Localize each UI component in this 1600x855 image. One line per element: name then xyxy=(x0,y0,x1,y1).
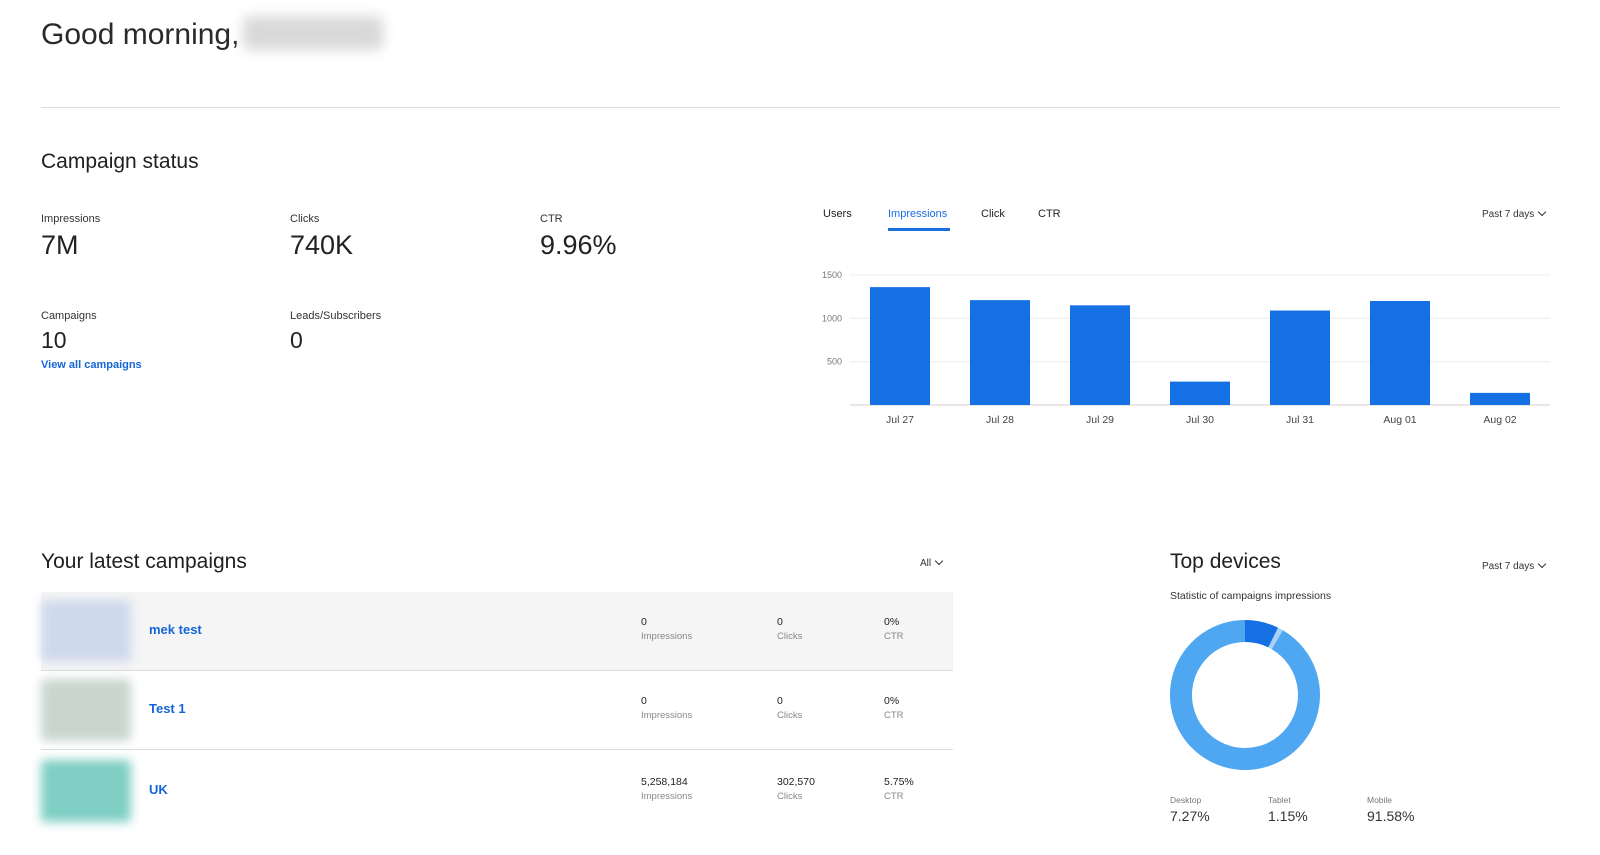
greeting-text: Good morning, xyxy=(41,18,240,51)
campaign-status-title: Campaign status xyxy=(41,150,199,173)
bar xyxy=(1070,305,1130,405)
bar xyxy=(1470,392,1530,405)
clicks-value: 0 xyxy=(777,695,783,707)
ctr-label: CTR xyxy=(884,791,904,802)
row-divider xyxy=(41,749,953,750)
tab-users[interactable]: Users xyxy=(823,208,852,220)
bar xyxy=(1370,301,1430,405)
y-tick-label: 1000 xyxy=(822,313,842,323)
desktop-label: Desktop xyxy=(1170,795,1202,805)
campaigns-value: 10 xyxy=(41,327,67,353)
chevron-down-icon xyxy=(934,556,944,566)
bar xyxy=(1170,381,1230,405)
donut-slice-mobile xyxy=(1170,620,1320,770)
ctr-value: 9.96% xyxy=(540,230,617,260)
clicks-value: 302,570 xyxy=(777,776,815,788)
chart-period-dropdown[interactable]: Past 7 days xyxy=(1482,207,1547,220)
campaigns-label: Campaigns xyxy=(41,310,97,322)
bar xyxy=(1270,310,1330,405)
impressions-value: 7M xyxy=(41,230,79,260)
x-tick-label: Jul 31 xyxy=(1286,414,1314,426)
table-row[interactable]: Test 1 0 Impressions 0 Clicks 0% CTR xyxy=(41,671,953,749)
tablet-value: 1.15% xyxy=(1268,808,1308,824)
latest-campaigns-title: Your latest campaigns xyxy=(41,550,247,573)
clicks-label: Clicks xyxy=(290,213,320,225)
donut-slice-tablet xyxy=(1268,627,1283,650)
mobile-label: Mobile xyxy=(1367,795,1393,805)
impressions-label: Impressions xyxy=(641,710,693,721)
impressions-value: 0 xyxy=(641,695,647,707)
x-tick-label: Jul 29 xyxy=(1086,414,1114,426)
table-row[interactable]: mek test 0 Impressions 0 Clicks 0% CTR xyxy=(41,592,953,670)
tablet-label: Tablet xyxy=(1268,795,1291,805)
campaign-name-link[interactable]: UK xyxy=(149,782,168,797)
impressions-label: Impressions xyxy=(641,791,693,802)
leads-value: 0 xyxy=(290,327,303,353)
ctr-value: 5.75% xyxy=(884,776,914,788)
tab-impressions[interactable]: Impressions xyxy=(888,208,947,220)
top-devices-title: Top devices xyxy=(1170,550,1281,573)
top-devices-subtitle: Statistic of campaigns impressions xyxy=(1170,590,1332,602)
greeting: Good morning, xyxy=(41,16,384,52)
ctr-value: 0% xyxy=(884,695,900,707)
x-tick-label: Aug 02 xyxy=(1483,414,1516,426)
bar xyxy=(870,287,930,405)
campaign-thumbnail xyxy=(41,760,131,822)
ctr-value: 0% xyxy=(884,616,900,628)
impressions-value: 0 xyxy=(641,616,647,628)
impressions-label: Impressions xyxy=(641,631,693,642)
clicks-label: Clicks xyxy=(777,710,803,721)
devices-period-label: Past 7 days xyxy=(1482,561,1535,572)
y-tick-label: 500 xyxy=(827,357,842,367)
impressions-value: 5,258,184 xyxy=(641,776,688,788)
user-name-redacted xyxy=(243,16,384,51)
campaign-filter-label: All xyxy=(920,558,932,569)
donut-slice-desktop xyxy=(1244,620,1279,648)
clicks-value: 0 xyxy=(777,616,783,628)
ctr-label: CTR xyxy=(884,710,904,721)
desktop-value: 7.27% xyxy=(1170,808,1210,824)
x-tick-label: Jul 27 xyxy=(886,414,914,426)
chevron-down-icon xyxy=(1538,559,1547,569)
table-row[interactable]: UK 5,258,184 Impressions 302,570 Clicks … xyxy=(41,752,953,830)
clicks-label: Clicks xyxy=(777,631,803,642)
chevron-down-icon xyxy=(1538,207,1547,217)
tab-click[interactable]: Click xyxy=(981,208,1005,220)
view-all-campaigns-link[interactable]: View all campaigns xyxy=(41,359,142,371)
y-tick-label: 1500 xyxy=(822,270,842,280)
campaign-thumbnail xyxy=(41,679,131,741)
bar xyxy=(970,300,1030,405)
leads-label: Leads/Subscribers xyxy=(290,310,382,322)
clicks-label: Clicks xyxy=(777,791,803,802)
mobile-value: 91.58% xyxy=(1367,808,1415,824)
devices-period-dropdown[interactable]: Past 7 days xyxy=(1482,559,1547,572)
ctr-label: CTR xyxy=(540,213,563,225)
ctr-label: CTR xyxy=(884,631,904,642)
x-tick-label: Aug 01 xyxy=(1383,414,1416,426)
header-divider xyxy=(41,107,1560,108)
chart-period-label: Past 7 days xyxy=(1482,209,1535,220)
devices-donut-chart xyxy=(1170,620,1320,770)
clicks-value: 740K xyxy=(290,230,354,260)
x-tick-label: Jul 28 xyxy=(986,414,1014,426)
campaign-name-link[interactable]: Test 1 xyxy=(149,701,186,716)
active-tab-indicator xyxy=(888,228,950,231)
campaign-name-link[interactable]: mek test xyxy=(149,622,202,637)
x-tick-label: Jul 30 xyxy=(1186,414,1214,426)
impressions-label: Impressions xyxy=(41,213,101,225)
campaign-filter-dropdown[interactable]: All xyxy=(920,556,944,569)
tab-ctr[interactable]: CTR xyxy=(1038,208,1061,220)
campaign-thumbnail xyxy=(41,600,131,662)
impressions-bar-chart: 500 1000 1500 Jul 27 Jul 28 Jul 29 Jul 30 Jul 3… xyxy=(822,270,1550,426)
